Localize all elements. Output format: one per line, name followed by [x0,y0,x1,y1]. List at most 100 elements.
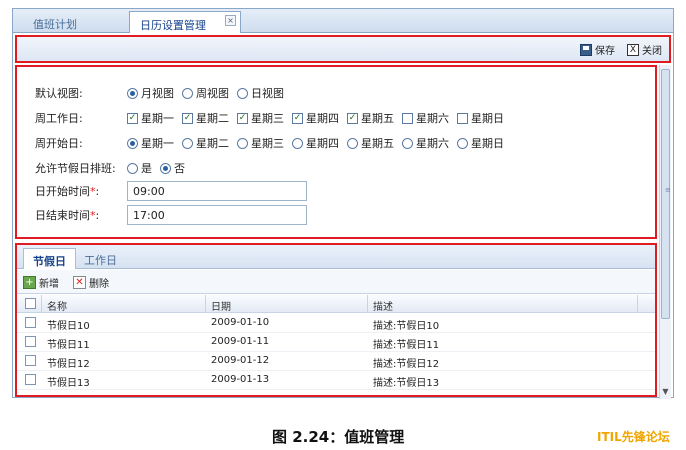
grid-tab-bar: 节假日 工作日 [17,245,655,269]
grid-header: 名称 日期 描述 [17,295,655,313]
grip-icon: ≡ [665,186,671,194]
checkbox-checked-icon: ✓ [127,112,138,124]
workday-thu-checkbox[interactable]: ✓ 星期四 [292,110,339,126]
cell-date: 2009-01-13 [211,374,270,385]
delete-button[interactable]: ✕ 删除 [73,275,109,290]
save-icon [580,43,592,56]
radio-icon [237,137,248,149]
brand-watermark: ITIL先锋论坛 [597,430,670,444]
close-icon: X [627,43,639,56]
workday-wed-checkbox[interactable]: ✓ 星期三 [237,110,284,126]
column-divider [41,295,42,313]
row-checkbox[interactable] [25,317,36,328]
workday-fri-checkbox[interactable]: ✓ 星期五 [347,110,394,126]
holiday-grid-panel: 节假日 工作日 + 新增 ✕ 删除 名称 日期 描述 节假日10 2009-01… [15,243,657,397]
radio-icon [237,87,248,99]
tab-bar: 值班计划 日历设置管理 × [13,9,673,33]
cell-description: 描述:节假日10 [373,321,440,332]
radio-icon [127,137,138,149]
checkbox-checked-icon: ✓ [182,112,193,124]
row-checkbox[interactable] [25,336,36,347]
delete-icon: ✕ [73,276,86,289]
radio-icon [160,162,171,174]
select-all-checkbox[interactable] [25,298,36,309]
figure-caption: 图 2.24：值班管理 [272,428,405,446]
cell-description: 描述:节假日13 [373,378,440,389]
work-days-label: 周工作日: [35,112,83,125]
column-header-description[interactable]: 描述 [373,298,393,313]
holiday-shift-yes-radio[interactable]: 是 [127,160,152,176]
table-row[interactable]: 节假日10 2009-01-10 描述:节假日10 [17,314,655,333]
radio-icon [402,137,413,149]
row-checkbox[interactable] [25,355,36,366]
tab-calendar-settings[interactable]: 日历设置管理 × [129,11,241,33]
close-button[interactable]: X 关闭 [627,42,662,57]
weekstart-tue-radio[interactable]: 星期二 [182,135,229,151]
holiday-shift-row: 允许节假日排班: 是 否 [35,160,193,176]
tab-holidays[interactable]: 节假日 [23,248,76,269]
weekstart-fri-radio[interactable]: 星期五 [347,135,394,151]
cell-date: 2009-01-12 [211,355,270,366]
cell-name: 节假日11 [47,340,90,351]
day-end-label: 日结束时间*: [35,209,100,222]
row-checkbox[interactable] [25,374,36,385]
weekstart-sat-radio[interactable]: 星期六 [402,135,449,151]
day-end-input[interactable]: 17:00 [127,205,307,225]
tab-workdays[interactable]: 工作日 [75,248,126,269]
close-label: 关闭 [642,46,662,57]
tab-close-icon[interactable]: × [225,15,236,26]
radio-icon [127,162,138,174]
radio-icon [457,137,468,149]
cell-description: 描述:节假日12 [373,359,440,370]
calendar-settings-form: 默认视图: 月视图 周视图 日视图 周工作日: ✓ 星期一 ✓ 星期二 ✓ 星期三 ✓… [15,65,657,239]
save-label: 保存 [595,46,615,57]
checkbox-checked-icon: ✓ [347,112,358,124]
add-button[interactable]: + 新增 [23,275,59,290]
workday-sun-checkbox[interactable]: 星期日 [457,110,504,126]
weekstart-wed-radio[interactable]: 星期三 [237,135,284,151]
cell-description: 描述:节假日11 [373,340,440,351]
vertical-scrollbar[interactable]: ≡ ▼ [659,65,671,399]
checkbox-icon [457,112,468,124]
workday-mon-checkbox[interactable]: ✓ 星期一 [127,110,174,126]
day-start-label: 日开始时间*: [35,185,100,198]
weekstart-mon-radio[interactable]: 星期一 [127,135,174,151]
workday-sat-checkbox[interactable]: 星期六 [402,110,449,126]
table-row[interactable]: 节假日11 2009-01-11 描述:节假日11 [17,333,655,352]
view-week-radio[interactable]: 周视图 [182,85,229,101]
tab-duty-plan[interactable]: 值班计划 [23,11,133,33]
checkbox-icon [402,112,413,124]
default-view-label: 默认视图: [35,87,83,100]
weekstart-thu-radio[interactable]: 星期四 [292,135,339,151]
add-icon: + [23,276,36,289]
table-row[interactable]: 节假日13 2009-01-13 描述:节假日13 [17,371,655,390]
radio-icon [292,137,303,149]
column-divider [205,295,206,313]
column-header-date[interactable]: 日期 [211,298,231,313]
save-button[interactable]: 保存 [580,42,615,57]
day-start-input[interactable]: 09:00 [127,181,307,201]
tab-label: 日历设置管理 [140,19,206,32]
column-header-name[interactable]: 名称 [47,298,67,313]
column-divider [367,295,368,313]
holiday-shift-no-radio[interactable]: 否 [160,160,185,176]
radio-icon [127,87,138,99]
work-days-row: 周工作日: ✓ 星期一 ✓ 星期二 ✓ 星期三 ✓ 星期四 ✓ 星期五 星期六 星期日 [35,110,512,126]
radio-icon [182,87,193,99]
delete-label: 删除 [89,279,109,290]
week-start-label: 周开始日: [35,137,83,150]
column-divider [637,295,638,313]
view-month-radio[interactable]: 月视图 [127,85,174,101]
action-toolbar: 保存 X 关闭 [15,35,671,63]
scroll-down-icon[interactable]: ▼ [661,387,670,397]
view-day-radio[interactable]: 日视图 [237,85,284,101]
cell-date: 2009-01-11 [211,336,270,347]
tab-label: 值班计划 [33,18,77,31]
cell-date: 2009-01-10 [211,317,270,328]
day-end-row: 日结束时间*: 17:00 [35,205,307,225]
table-row[interactable]: 节假日12 2009-01-12 描述:节假日12 [17,352,655,371]
workday-tue-checkbox[interactable]: ✓ 星期二 [182,110,229,126]
scrollbar-thumb[interactable]: ≡ [661,69,671,319]
weekstart-sun-radio[interactable]: 星期日 [457,135,504,151]
radio-icon [347,137,358,149]
